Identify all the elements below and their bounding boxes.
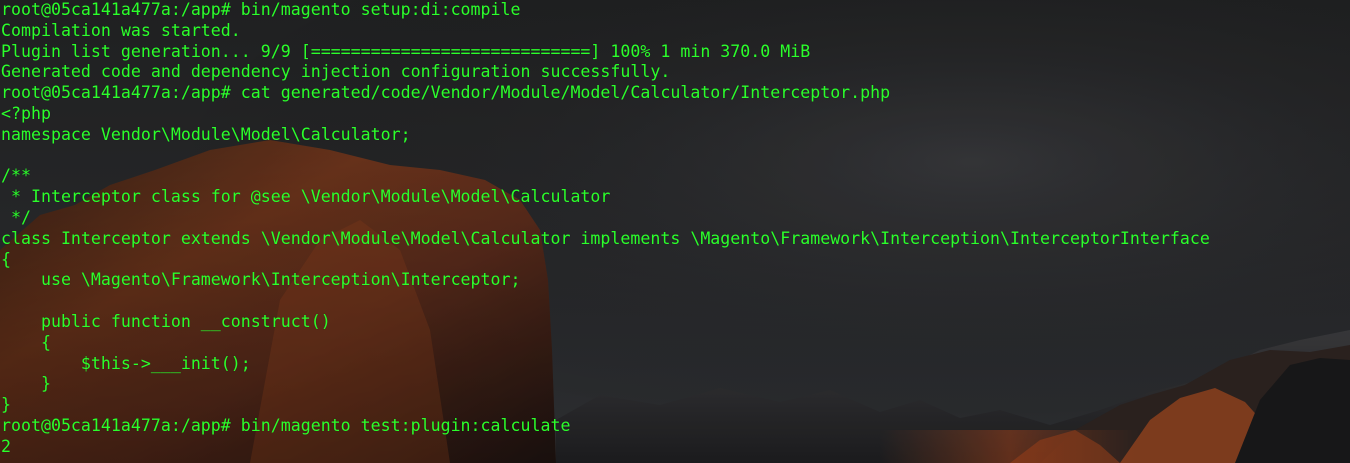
terminal-line: } bbox=[1, 395, 11, 415]
terminal-line: { bbox=[1, 332, 51, 352]
terminal-line: root@05ca141a477a:/app# bin/magento test… bbox=[1, 415, 571, 435]
terminal-line: * Interceptor class for @see \Vendor\Mod… bbox=[1, 187, 611, 207]
terminal-line: /** bbox=[1, 166, 31, 186]
terminal-line: root@05ca141a477a:/app# bin/magento setu… bbox=[1, 0, 521, 19]
terminal-line: Generated code and dependency injection … bbox=[1, 62, 671, 82]
terminal-line: namespace Vendor\Module\Model\Calculator… bbox=[1, 124, 411, 144]
terminal-line: 2 bbox=[1, 436, 11, 456]
terminal-line: root@05ca141a477a:/app# cat generated/co… bbox=[1, 83, 891, 103]
terminal-line: class Interceptor extends \Vendor\Module… bbox=[1, 228, 1210, 248]
terminal-window[interactable]: root@05ca141a477a:/app# bin/magento setu… bbox=[0, 0, 1350, 463]
terminal-line: <?php bbox=[1, 103, 51, 123]
terminal-line: { bbox=[1, 249, 11, 269]
terminal-line: public function __construct() bbox=[1, 311, 331, 331]
terminal-line: } bbox=[1, 374, 51, 394]
terminal-line: Compilation was started. bbox=[1, 20, 241, 40]
terminal-line: $this->___init(); bbox=[1, 353, 251, 373]
terminal-line: */ bbox=[1, 207, 31, 227]
terminal-line: use \Magento\Framework\Interception\Inte… bbox=[1, 270, 521, 290]
terminal-line: Plugin list generation... 9/9 [=========… bbox=[1, 41, 811, 61]
